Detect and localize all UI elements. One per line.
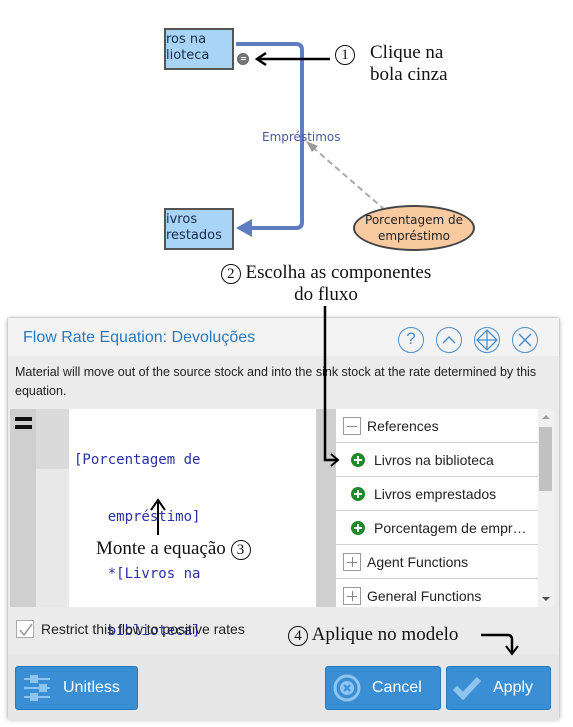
cancel-icon [333,674,361,702]
chevron-up-icon [442,335,456,344]
move-icon [476,329,498,351]
equals-icon [15,417,32,429]
unitless-button[interactable]: Unitless [15,666,138,710]
step-number-badge: 1 [335,45,355,65]
step-number-badge: 4 [288,625,308,646]
close-icon [518,333,532,347]
checkbox[interactable] [16,620,34,638]
expand-icon [343,553,361,571]
dialog-title: Flow Rate Equation: Devoluções [23,329,256,346]
add-icon [351,453,365,467]
active-line-highlight [36,409,69,469]
step-number-badge: 3 [230,539,251,560]
collapse-icon [343,417,361,435]
section-general-functions[interactable]: General Functions [336,579,539,607]
annotation-step-3: Monte a equação 3 [96,538,251,560]
equation-editor[interactable]: [Porcentagem de empréstimo] *[Livros na … [10,409,335,639]
dialog-header[interactable]: Flow Rate Equation: Devoluções ? [8,318,559,356]
cancel-button[interactable]: Cancel [325,666,441,710]
section-agent-functions[interactable]: Agent Functions [336,545,539,579]
scroll-down-arrow[interactable] [542,597,550,601]
reference-item[interactable]: Porcentagem de empr… [336,511,539,545]
scroll-up-arrow[interactable] [542,415,550,419]
question-icon: ? [406,329,416,348]
dialog-description: Material will move out of the source sto… [15,365,537,398]
section-references[interactable]: References [336,409,539,443]
annotation-step-1: 1 Clique na bola cinza [335,42,448,86]
flow-arrowhead [236,219,252,237]
reference-item[interactable]: Livros na biblioteca [336,443,539,477]
editor-scrollbar[interactable] [316,409,336,607]
stock-livros-emprestados[interactable]: ivros restados [164,208,234,250]
annotation-step-2: 2 Escolha as componentes do fluxo [196,262,456,306]
references-panel: References Livros na biblioteca Livros e… [336,409,554,607]
sliders-icon [24,675,50,701]
dialog-footer: Unitless Cancel Apply [8,654,559,720]
flow-rate-equation-dialog: Flow Rate Equation: Devoluções ? Materia… [7,317,560,720]
variable-porcentagem-de-emprestimo[interactable]: Porcentagem de empréstimo [353,205,475,251]
close-button[interactable] [512,327,538,353]
stock-livros-na-biblioteca[interactable]: ros na lioteca [164,28,234,70]
model-diagram: ros na lioteca Empréstimos ivros restado… [0,0,573,310]
reference-item[interactable]: Livros emprestados [336,477,539,511]
editor-gutter [10,409,36,607]
apply-button[interactable]: Apply [446,666,551,710]
flow-label[interactable]: Empréstimos [262,130,341,144]
annotation-step-4: 4 Aplique no modelo [288,624,458,646]
checkmark-icon [452,676,482,701]
checkmark-icon [19,623,33,637]
dependency-link [309,144,386,211]
references-scrollbar[interactable] [538,409,554,607]
expand-icon [343,587,361,605]
move-button[interactable] [474,327,500,353]
add-icon [351,521,365,535]
help-button[interactable]: ? [398,327,424,353]
add-icon [351,487,365,501]
scroll-thumb[interactable] [539,427,552,491]
step-number-badge: 2 [220,263,241,284]
collapse-button[interactable] [436,327,462,353]
grey-ball-flow-handle[interactable] [237,53,249,65]
